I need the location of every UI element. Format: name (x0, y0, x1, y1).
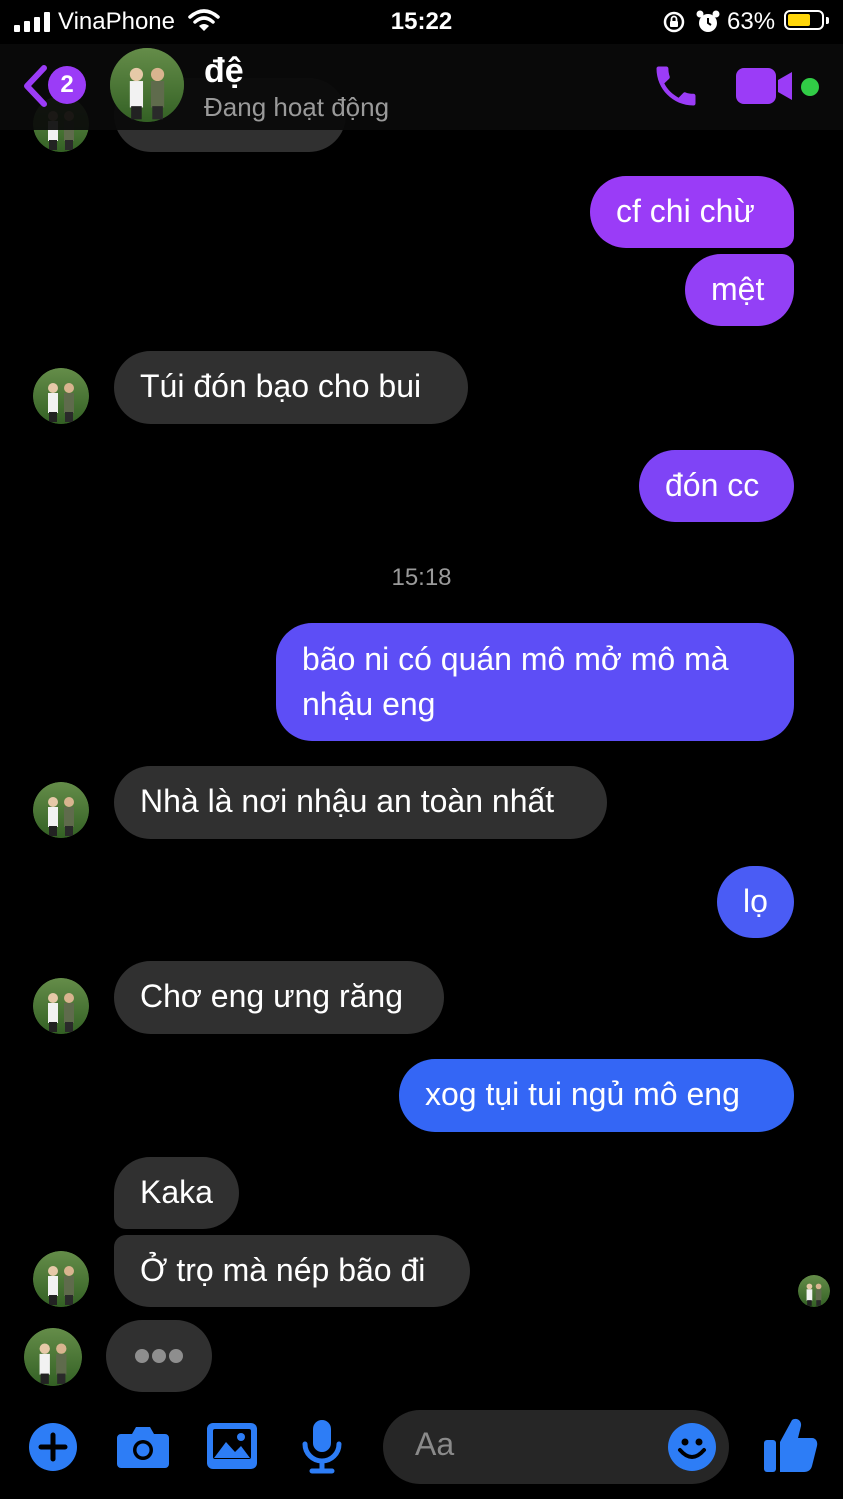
message-outgoing[interactable]: cf chi chừ (590, 176, 794, 248)
seen-avatar (798, 1275, 830, 1307)
message-outgoing[interactable]: bão ni có quán mô mở mô mà nhậu eng (276, 623, 794, 741)
back-button[interactable]: 2 (22, 62, 92, 110)
timestamp: 15:18 (391, 564, 452, 591)
active-status: Đang hoạt động (204, 92, 390, 122)
message-outgoing[interactable]: lọ (717, 866, 794, 938)
message-input-placeholder: Aa (415, 1426, 455, 1462)
message-text: Kaka (140, 1174, 213, 1210)
message-outgoing[interactable]: đón cc (639, 450, 794, 522)
message-incoming[interactable]: Nhà là nơi nhậu an toàn nhất (114, 766, 607, 839)
message-text: Ở trọ mà nép bão đi (140, 1252, 426, 1288)
battery-icon (784, 10, 829, 30)
typing-indicator (106, 1320, 212, 1392)
back-chevron-icon (24, 65, 47, 107)
message-input[interactable]: Aa (383, 1410, 729, 1484)
message-incoming[interactable]: Túi đón bạo cho bui (114, 351, 468, 424)
online-indicator (801, 78, 819, 96)
contact-avatar-small[interactable] (33, 978, 89, 1034)
chat-header: 2 đệ Đang hoạt động (0, 44, 843, 130)
message-text-line: bão ni có quán mô mở mô mà (302, 641, 729, 677)
emoji-icon[interactable] (667, 1422, 717, 1472)
image-icon[interactable] (206, 1422, 258, 1470)
contact-avatar-small (24, 1328, 82, 1386)
message-incoming[interactable]: Chơ eng ưng răng (114, 961, 444, 1034)
plus-icon[interactable] (28, 1422, 78, 1472)
message-incoming[interactable]: Kaka (114, 1157, 239, 1229)
phone-icon[interactable] (650, 60, 702, 112)
message-outgoing[interactable]: mệt (685, 254, 794, 326)
camera-icon[interactable] (116, 1424, 170, 1470)
thumbs-up-icon[interactable] (762, 1416, 818, 1474)
contact-avatar-small[interactable] (33, 1251, 89, 1307)
message-text: Túi đón bạo cho bui (140, 368, 422, 404)
contact-avatar-small[interactable] (33, 782, 89, 838)
rotation-lock-icon (663, 11, 685, 33)
message-text: xog tụi tui ngủ mô eng (425, 1076, 740, 1112)
contact-avatar[interactable] (110, 48, 184, 122)
message-text: Nhà là nơi nhậu an toàn nhất (140, 783, 555, 819)
message-text: mệt (711, 271, 765, 307)
message-text: Chơ eng ưng răng (140, 978, 404, 1014)
status-bar: VinaPhone 15:22 63% (0, 0, 843, 44)
message-incoming[interactable]: Ở trọ mà nép bão đi (114, 1235, 470, 1307)
microphone-icon[interactable] (300, 1418, 344, 1474)
message-text: lọ (743, 883, 768, 919)
contact-name[interactable]: đệ (204, 52, 244, 91)
alarm-icon (696, 10, 720, 32)
message-outgoing[interactable]: xog tụi tui ngủ mô eng (399, 1059, 794, 1132)
contact-avatar-small[interactable] (33, 368, 89, 424)
message-text: đón cc (665, 467, 760, 503)
message-text-line: nhậu eng (302, 686, 436, 722)
unread-badge: 2 (48, 66, 86, 104)
video-icon[interactable] (736, 66, 796, 106)
battery-percent: 63% (727, 8, 776, 35)
message-text: cf chi chừ (616, 193, 755, 229)
